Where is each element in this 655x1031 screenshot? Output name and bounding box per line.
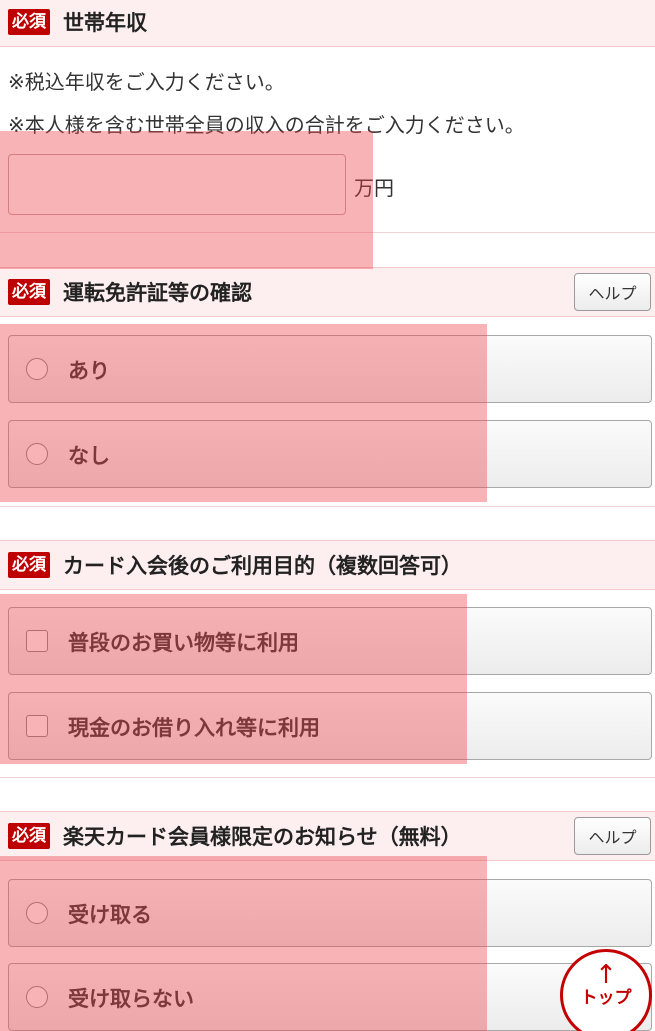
checkbox[interactable] [26,630,48,652]
option-label: 普段のお買い物等に利用 [68,631,299,655]
scroll-to-top-label: トップ [580,988,632,1008]
newsletter-option-decline[interactable]: 受け取らない [8,963,652,1031]
license-section-header: 必須 運転免許証等の確認 ヘルプ [0,267,655,317]
license-option-no[interactable]: なし [8,420,652,488]
radio-button[interactable] [26,986,48,1008]
arrow-up-icon: ↑ [595,960,617,990]
income-section-title: 世帯年収 [63,11,147,35]
option-label: 受け取る [68,903,152,927]
income-note-tax: ※税込年収をご入力ください。 [8,70,285,94]
purpose-option-shopping[interactable]: 普段のお買い物等に利用 [8,607,652,675]
checkbox[interactable] [26,715,48,737]
income-note-household: ※本人様を含む世帯全員の収入の合計をご入力ください。 [8,113,525,137]
purpose-option-cashing[interactable]: 現金のお借り入れ等に利用 [8,692,652,760]
option-label: 現金のお借り入れ等に利用 [68,716,320,740]
radio-button[interactable] [26,902,48,924]
newsletter-section-header: 必須 楽天カード会員様限定のお知らせ（無料） ヘルプ [0,811,655,861]
radio-button[interactable] [26,358,48,380]
license-section-title: 運転免許証等の確認 [63,281,252,305]
newsletter-help-button[interactable]: ヘルプ [574,817,651,855]
household-income-input[interactable] [8,154,346,215]
option-label: 受け取らない [68,987,194,1011]
required-badge: 必須 [8,823,50,849]
section-divider [0,506,655,507]
required-badge: 必須 [8,279,50,305]
license-help-button[interactable]: ヘルプ [574,273,651,311]
purpose-section-header: 必須 カード入会後のご利用目的（複数回答可） [0,540,655,590]
license-option-yes[interactable]: あり [8,335,652,403]
required-badge: 必須 [8,9,50,35]
form-page: 必須 世帯年収 ※税込年収をご入力ください。 ※本人様を含む世帯全員の収入の合計… [0,0,655,1031]
scroll-to-top-button[interactable]: ↑ トップ [560,949,652,1031]
income-unit-label: 万円 [354,176,394,200]
purpose-section-title: カード入会後のご利用目的（複数回答可） [63,554,462,578]
income-section-header: 必須 世帯年収 [0,0,655,47]
required-badge: 必須 [8,552,50,578]
option-label: なし [68,444,110,468]
newsletter-option-receive[interactable]: 受け取る [8,879,652,947]
option-label: あり [68,359,110,383]
section-divider [0,232,655,233]
section-divider [0,777,655,778]
newsletter-section-title: 楽天カード会員様限定のお知らせ（無料） [63,825,462,849]
radio-button[interactable] [26,443,48,465]
